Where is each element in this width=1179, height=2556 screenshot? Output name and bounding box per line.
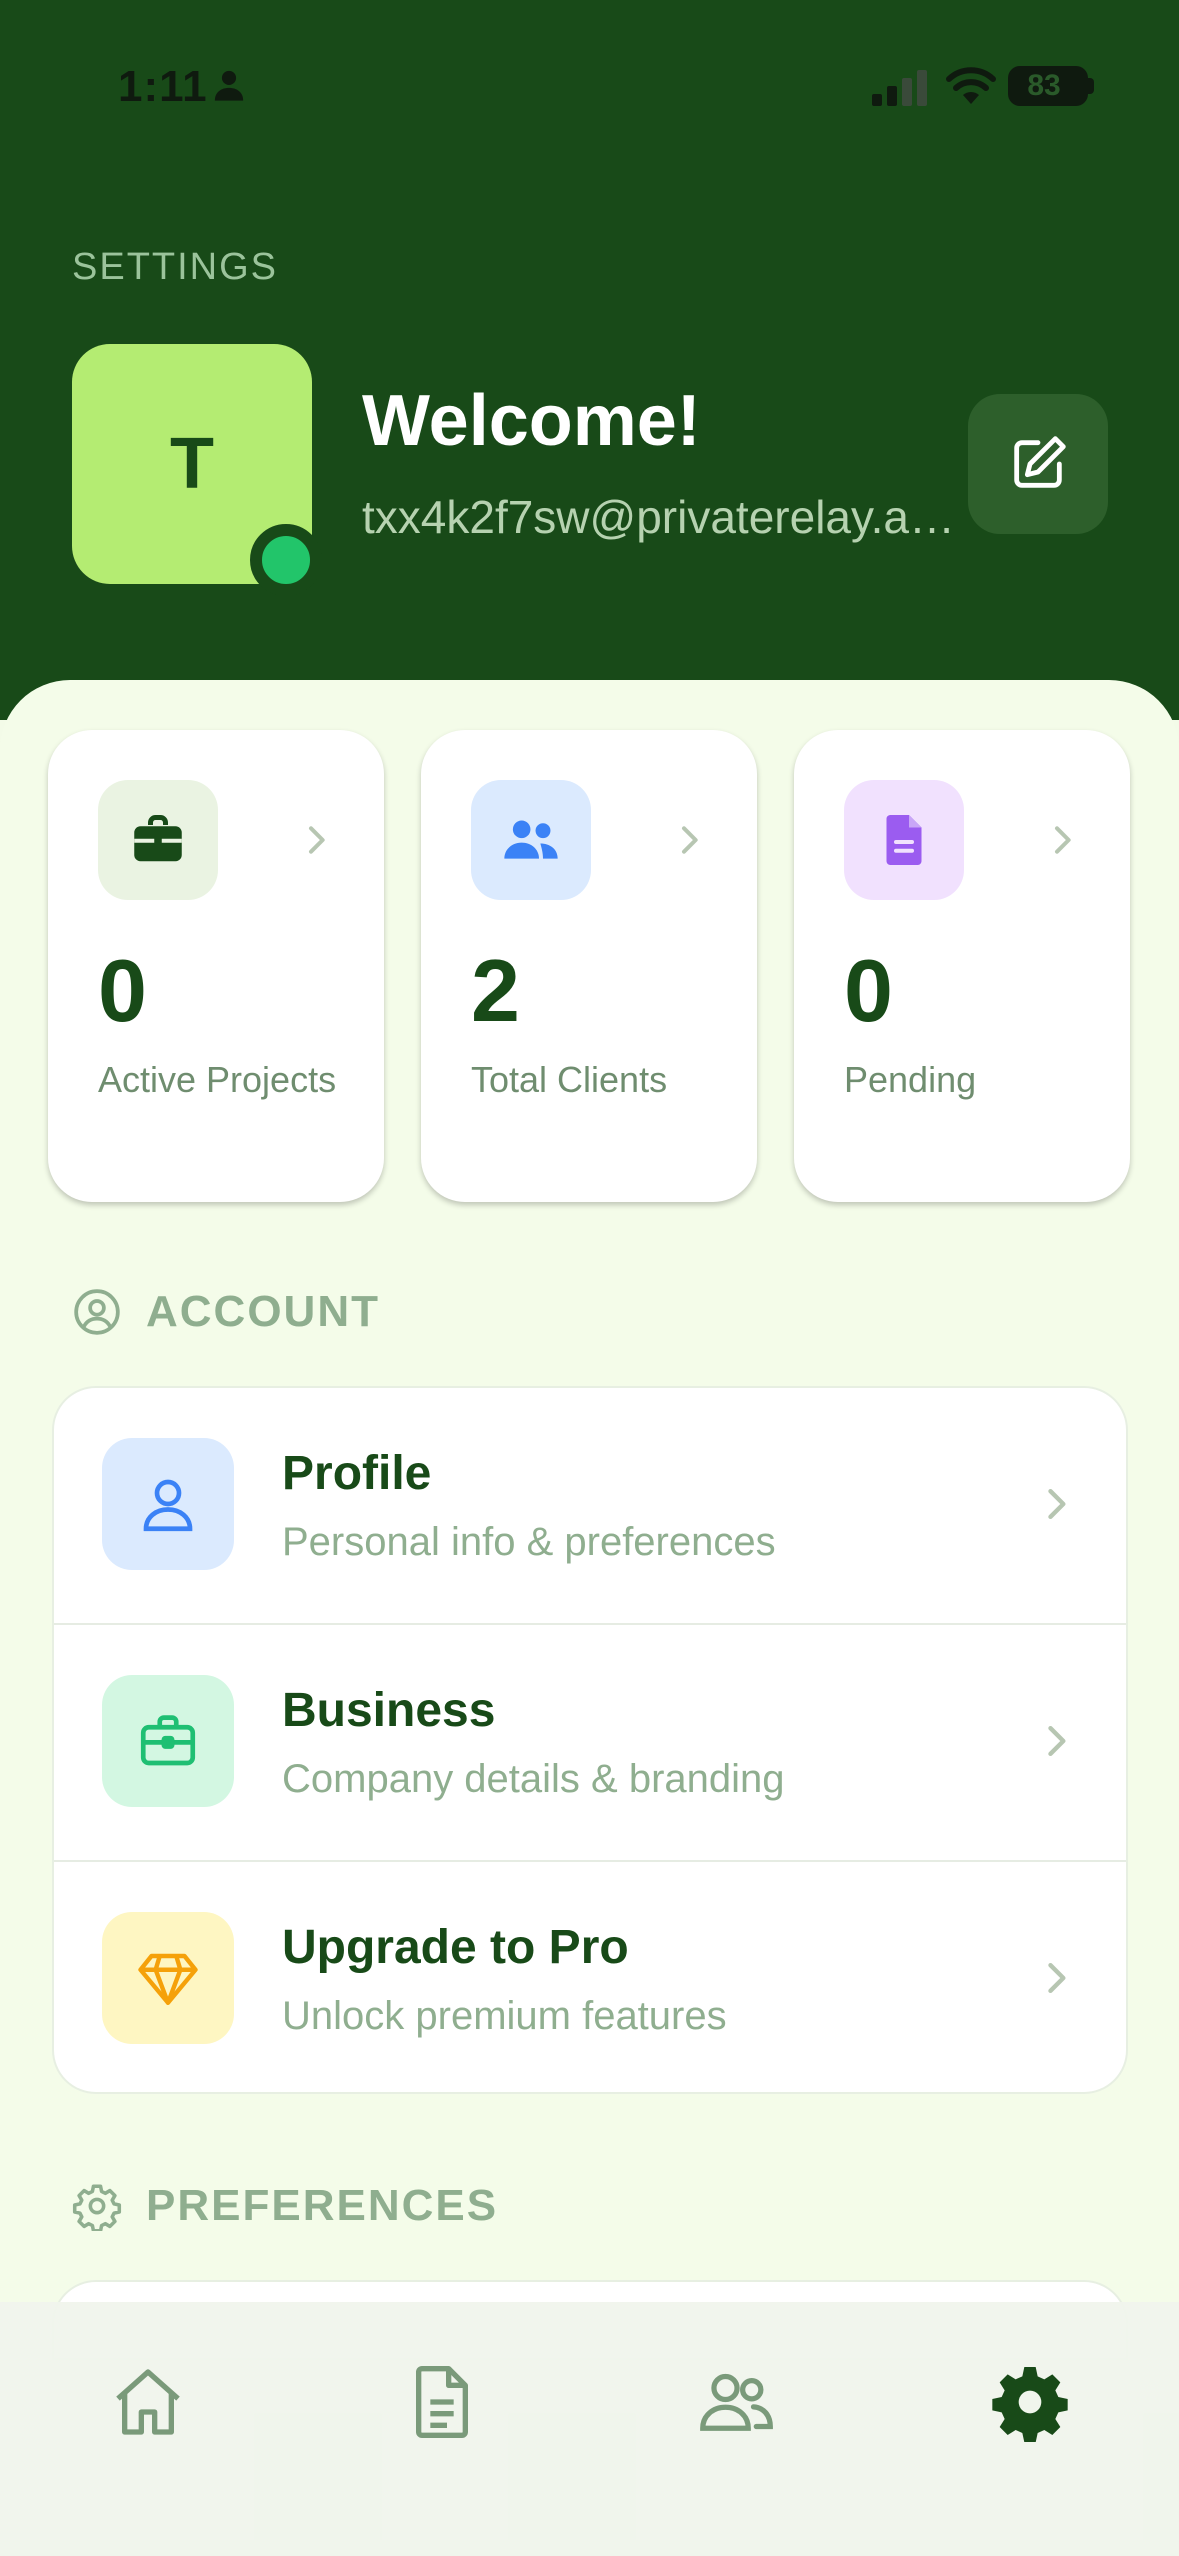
tab-settings[interactable] <box>970 2342 1090 2462</box>
user-email: txx4k2f7sw@privaterelay.appleid.com <box>362 491 972 543</box>
welcome-heading: Welcome! <box>362 381 701 461</box>
stat-value: 0 <box>98 941 147 1040</box>
tab-bar <box>0 2302 1179 2556</box>
edit-icon <box>1014 436 1066 488</box>
online-status-dot <box>250 524 322 596</box>
briefcase-icon <box>140 1715 196 1766</box>
row-title: Profile <box>282 1447 432 1500</box>
user-icon <box>143 1479 193 1532</box>
stat-card-total-clients[interactable]: 2 Total Clients <box>421 730 757 1202</box>
users-icon <box>504 820 558 859</box>
cellular-signal-icon <box>872 70 927 106</box>
row-subtitle: Personal info & preferences <box>282 1520 776 1564</box>
diamond-icon <box>138 1953 198 2005</box>
stat-icon-wrap <box>471 780 591 900</box>
clients-icon <box>700 2373 773 2431</box>
avatar-initial: T <box>170 424 214 504</box>
row-title: Business <box>282 1684 496 1737</box>
row-icon-wrap <box>102 1438 234 1570</box>
status-time: 1:11 <box>118 62 208 111</box>
row-icon-wrap <box>102 1912 234 2044</box>
settings-gear-icon <box>992 2367 1068 2442</box>
chevron-right-icon <box>1048 1488 1066 1520</box>
stat-icon-wrap <box>98 780 218 900</box>
home-icon <box>116 2369 180 2435</box>
user-circle-icon <box>74 1289 120 1335</box>
row-subtitle: Unlock premium features <box>282 1994 727 2038</box>
account-item-profile[interactable]: Profile Personal info & preferences <box>54 1388 1126 1624</box>
chevron-right-icon <box>1048 1725 1066 1757</box>
tab-documents[interactable] <box>382 2342 502 2462</box>
stat-icon-wrap <box>844 780 964 900</box>
chevron-right-icon <box>1048 1962 1066 1994</box>
battery-tip <box>1088 78 1094 94</box>
wifi-icon <box>946 67 996 104</box>
row-icon-wrap <box>102 1675 234 1807</box>
edit-profile-button[interactable] <box>968 394 1108 534</box>
account-list: Profile Personal info & preferences Busi… <box>52 1386 1128 2094</box>
preferences-section-header: PREFERENCES <box>72 2176 498 2236</box>
account-item-business[interactable]: Business Company details & branding <box>54 1625 1126 1861</box>
tab-home[interactable] <box>88 2342 208 2462</box>
chevron-right-icon <box>682 826 698 854</box>
row-subtitle: Company details & branding <box>282 1757 785 1801</box>
stat-value: 2 <box>471 941 520 1040</box>
stat-value: 0 <box>844 941 893 1040</box>
document-icon <box>416 2366 468 2438</box>
stat-label: Total Clients <box>471 1059 668 1100</box>
battery-level: 83 <box>1027 69 1061 102</box>
account-section-header: ACCOUNT <box>72 1282 380 1342</box>
row-title: Upgrade to Pro <box>282 1921 629 1974</box>
document-icon <box>886 815 922 865</box>
gear-icon <box>72 2184 122 2231</box>
stat-label: Pending <box>844 1059 977 1100</box>
stat-label: Active Projects <box>98 1059 337 1100</box>
chevron-right-icon <box>309 826 325 854</box>
battery-icon: 83 <box>1008 66 1088 106</box>
stat-card-pending[interactable]: 0 Pending <box>794 730 1130 1202</box>
account-item-upgrade[interactable]: Upgrade to Pro Unlock premium features <box>54 1862 1126 2092</box>
section-title: PREFERENCES <box>146 2181 499 2230</box>
chevron-right-icon <box>1055 826 1071 854</box>
section-title: ACCOUNT <box>146 1287 380 1336</box>
briefcase-icon <box>134 815 182 862</box>
page-title: SETTINGS <box>72 246 279 288</box>
person-status-icon <box>214 70 244 101</box>
stat-card-active-projects[interactable]: 0 Active Projects <box>48 730 384 1202</box>
tab-clients[interactable] <box>676 2342 796 2462</box>
